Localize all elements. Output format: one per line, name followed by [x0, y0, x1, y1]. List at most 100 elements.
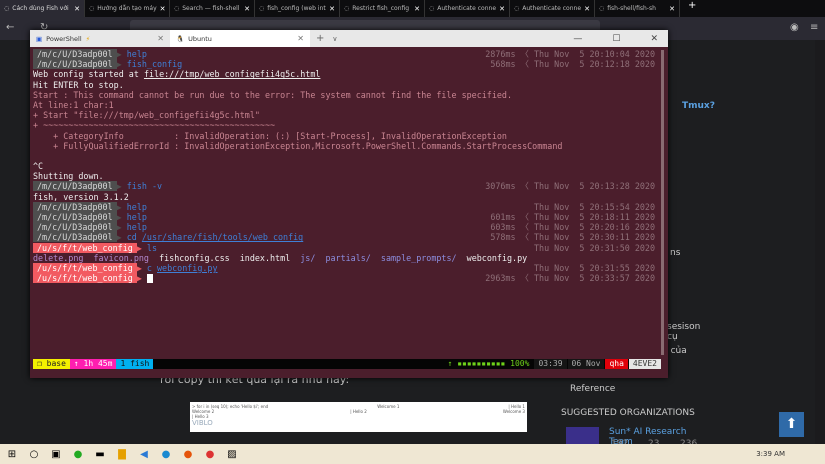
extension-icon[interactable]: ◉	[790, 22, 799, 33]
prompt-arrow-icon: ▶	[136, 262, 147, 273]
minimize-button[interactable]: —	[573, 34, 582, 44]
terminal-text[interactable]: file:///tmp/web_configefii4g5c.html	[144, 69, 320, 79]
command-timestamp: Thu Nov 5 20:15:54 2020	[533, 201, 655, 212]
terminal-text: + CategoryInfo : InvalidOperation: (:) […	[33, 130, 507, 141]
terminal-text: cd	[126, 232, 142, 243]
terminal-text: delete.png favicon.png	[33, 252, 160, 263]
terminal-text: help	[126, 201, 147, 212]
browser-tab[interactable]: ◌ Search — fish-shell ✕	[170, 0, 255, 17]
clock[interactable]: 3:39 AM	[756, 450, 785, 458]
viblo-watermark: VIBLO	[192, 419, 213, 427]
folder-icon[interactable]: ▇	[112, 449, 132, 460]
terminal-text: Web config started at	[33, 69, 144, 80]
favicon-icon: ◌	[174, 5, 180, 12]
close-icon[interactable]: ✕	[297, 34, 304, 43]
tab-ubuntu[interactable]: 🐧 Ubuntu ✕	[170, 30, 310, 47]
close-icon[interactable]: ✕	[329, 5, 335, 13]
command-timestamp: Thu Nov 5 20:31:50 2020	[533, 242, 655, 253]
chrome-icon[interactable]: ●	[200, 449, 220, 460]
close-window-button[interactable]: ✕	[650, 34, 658, 44]
terminal-text: help	[126, 49, 147, 59]
terminal-line: At line:1 char:1	[33, 100, 663, 110]
terminal-line: /m/c/U/D3adp00l ▶ help 603ms 〈 Thu Nov 5 2…	[33, 222, 663, 233]
terminal-text: At line:1 char:1	[33, 99, 114, 110]
terminal-line: /u/s/f/t/web_config ▶ ls Thu Nov 5 20:31:5…	[33, 242, 663, 253]
search-icon[interactable]: ○	[24, 449, 44, 460]
prompt-arrow-icon: ▶	[116, 222, 127, 233]
terminal-text[interactable]: webconfig.py	[157, 263, 218, 273]
page-scrollbar[interactable]	[815, 40, 825, 444]
browser-tab[interactable]: ◌ fish_config (web int ✕	[255, 0, 340, 17]
scroll-to-top-button[interactable]: ⬆	[779, 412, 804, 437]
prompt-path: /u/s/f/t/web_config	[33, 273, 137, 284]
browser-tab[interactable]: ◌ Restrict fish_config ✕	[340, 0, 425, 17]
close-icon[interactable]: ✕	[669, 5, 675, 13]
terminal-output[interactable]: /m/c/U/D3adp00l ▶ help 2876ms 〈 Thu Nov 5 …	[33, 49, 663, 284]
close-icon[interactable]: ✕	[414, 5, 420, 13]
status-segment: 1 fish	[116, 359, 154, 369]
new-tab-button[interactable]: +	[316, 33, 324, 44]
new-tab-button[interactable]: +	[680, 0, 704, 17]
prompt-arrow-icon: ▶	[136, 242, 147, 253]
status-segment: qha	[605, 359, 628, 369]
terminal-line: Shutting down.	[33, 171, 663, 181]
org-logo[interactable]	[566, 427, 599, 445]
close-icon[interactable]: ✕	[244, 5, 250, 13]
browser-tab[interactable]: ◌ Hướng dẫn tạo máy ✕	[85, 0, 170, 17]
command-timestamp: 3076ms 〈 Thu Nov 5 20:13:28 2020	[485, 181, 655, 192]
taskbar: ⊞ ○ ▣ ● ▬ ▇ ◀ ● ● ● ▨ 3:39 AM	[0, 444, 825, 464]
terminal-icon[interactable]: ▣	[46, 449, 66, 460]
vscode-icon[interactable]: ◀	[134, 449, 154, 460]
terminal-text: + FullyQualifiedErrorId : InvalidOperati…	[33, 140, 563, 151]
terminal-line: + FullyQualifiedErrorId : InvalidOperati…	[33, 141, 663, 151]
maximize-button[interactable]: ☐	[612, 34, 620, 44]
prompt-path: /m/c/U/D3adp00l	[33, 59, 117, 70]
photos-icon[interactable]: ▨	[222, 449, 242, 460]
tab-title: Cách dùng Fish với	[12, 5, 69, 12]
terminal-line: /m/c/U/D3adp00l ▶ help Thu Nov 5 20:15:54 …	[33, 201, 663, 212]
terminal-scrollbar[interactable]	[661, 50, 664, 355]
browser-tab[interactable]: ◌ Authenticate conne ✕	[425, 0, 510, 17]
close-icon[interactable]: ✕	[74, 5, 80, 13]
tab-label: PowerShell	[46, 34, 82, 43]
menu-icon[interactable]: ≡	[810, 22, 818, 33]
browser-tab[interactable]: ◌ Cách dùng Fish với ✕	[0, 0, 85, 17]
terminal-line: /u/s/f/t/web_config ▶ 2963ms 〈 Thu Nov 5 …	[33, 273, 663, 284]
status-segment: 4EVE2	[628, 359, 661, 369]
prompt-arrow-icon: ▶	[116, 212, 127, 222]
prompt-path: /m/c/U/D3adp00l	[33, 201, 117, 212]
status-segment: ❐ base	[33, 359, 70, 369]
app-icon[interactable]: ▬	[90, 449, 110, 460]
evernote-icon[interactable]: ●	[68, 449, 88, 460]
browser-tab[interactable]: ◌ Authenticate conne ✕	[510, 0, 595, 17]
close-icon[interactable]: ✕	[499, 5, 505, 13]
terminal-text: js/ partials/ sample_prompts/	[300, 252, 467, 263]
lightning-icon: ⚡	[85, 34, 91, 43]
linux-icon: 🐧	[176, 34, 185, 43]
terminal-text: fish -v	[126, 181, 163, 192]
close-icon[interactable]: ✕	[160, 5, 166, 13]
image-text: Welcome 1	[377, 404, 400, 409]
close-icon[interactable]: ✕	[584, 5, 590, 13]
tab-title: fish_config (web int	[267, 5, 326, 12]
command-timestamp: 603ms 〈 Thu Nov 5 20:20:16 2020	[490, 222, 655, 233]
tab-title: Restrict fish_config	[352, 5, 410, 12]
command-timestamp: 578ms 〈 Thu Nov 5 20:30:11 2020	[490, 232, 655, 243]
tab-powershell[interactable]: ▣ PowerShell ⚡ ✕	[30, 30, 170, 47]
back-icon[interactable]: ←	[6, 22, 14, 33]
browser-tab[interactable]: ◌ fish-shell/fish-sh ✕	[595, 0, 680, 17]
tab-title: Search — fish-shell	[182, 5, 240, 12]
terminal-text[interactable]: /usr/share/fish/tools/web_config	[142, 232, 303, 242]
start-icon[interactable]: ⊞	[2, 449, 22, 460]
close-icon[interactable]: ✕	[157, 34, 164, 43]
status-segment: 06 Nov	[567, 359, 605, 369]
firefox-icon[interactable]: ●	[178, 449, 198, 460]
side-link[interactable]: Tmux?	[682, 101, 715, 111]
terminal-line: + ~~~~~~~~~~~~~~~~~~~~~~~~~~~~~~~~~~~~~~…	[33, 120, 663, 130]
edge-icon[interactable]: ●	[156, 449, 176, 460]
dropdown-icon[interactable]: ∨	[332, 35, 337, 43]
browser-tab-bar: ◌ Cách dùng Fish với ✕ ◌ Hướng dẫn tạo máy ✕ ◌…	[0, 0, 825, 17]
side-link[interactable]: Reference	[570, 384, 615, 394]
prompt-path: /m/c/U/D3adp00l	[33, 222, 117, 233]
terminal-text: Start : This command cannot be run due t…	[33, 89, 513, 100]
